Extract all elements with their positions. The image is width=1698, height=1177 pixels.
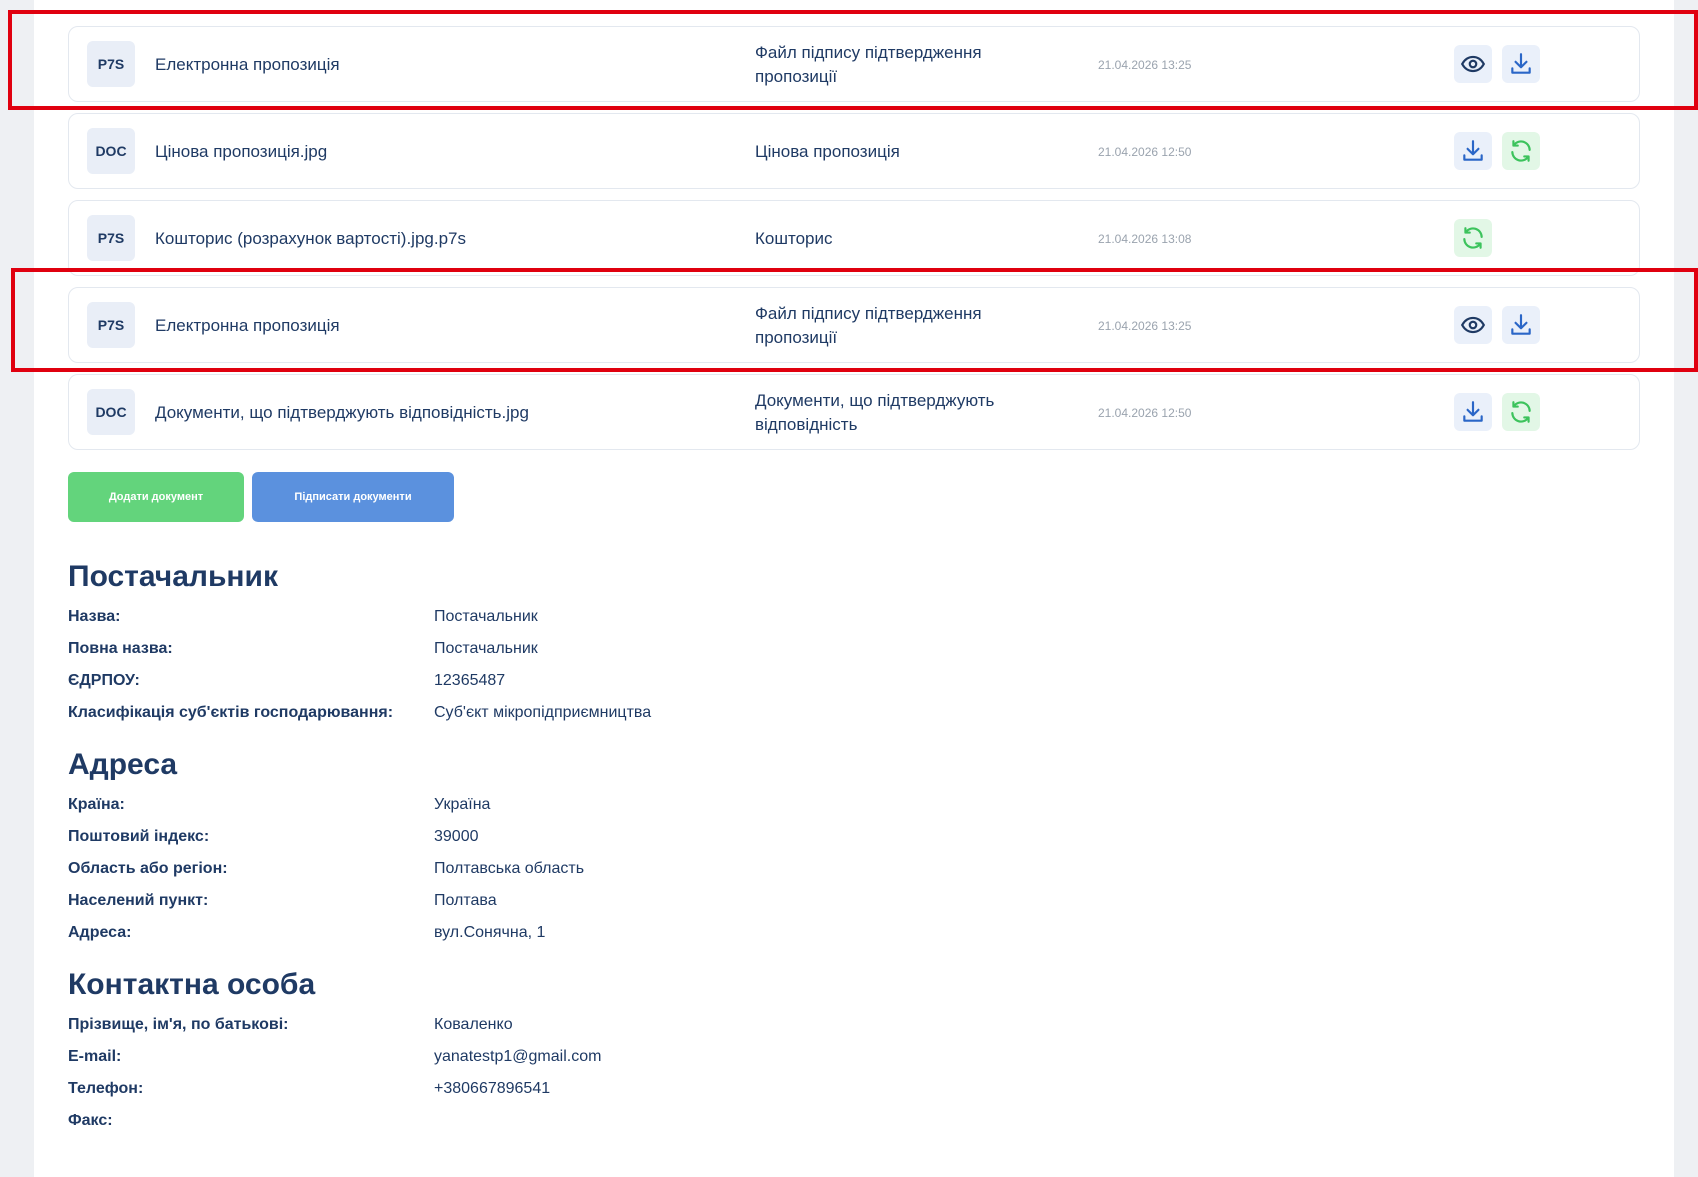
refresh-icon bbox=[1511, 401, 1531, 423]
document-type: Цінова пропозиція bbox=[755, 142, 900, 161]
info-value: Коваленко bbox=[434, 1016, 513, 1033]
info-label: Область або регіон: bbox=[68, 860, 228, 877]
documents-list: P7S Електронна пропозиція Файл підпису п… bbox=[68, 26, 1640, 461]
info-row: Країна: Україна bbox=[68, 796, 968, 818]
supplier-heading: Постачальник bbox=[68, 560, 278, 593]
address-heading: Адреса bbox=[68, 748, 178, 781]
document-row: DOC Цінова пропозиція.jpg Цінова пропози… bbox=[68, 113, 1640, 189]
info-value: Полтавська область bbox=[434, 860, 585, 877]
info-label: Факс: bbox=[68, 1112, 113, 1129]
document-name[interactable]: Цінова пропозиція.jpg bbox=[155, 114, 327, 190]
info-row: Телефон: +380667896541 bbox=[68, 1080, 968, 1102]
info-label: Населений пункт: bbox=[68, 892, 209, 909]
document-name[interactable]: Електронна пропозиція bbox=[155, 27, 340, 103]
file-type-badge: P7S bbox=[87, 215, 135, 261]
download-button[interactable] bbox=[1454, 393, 1492, 431]
document-row: P7S Кошторис (розрахунок вартості).jpg.p… bbox=[68, 200, 1640, 276]
document-date: 21.04.2026 12:50 bbox=[1098, 406, 1192, 420]
replace-button[interactable] bbox=[1502, 393, 1540, 431]
info-label: Адреса: bbox=[68, 924, 132, 941]
file-type-badge: P7S bbox=[87, 302, 135, 348]
info-row: Класифікація суб'єктів господарювання: Су… bbox=[68, 704, 968, 726]
file-type-badge: P7S bbox=[87, 41, 135, 87]
info-row: Назва: Постачальник bbox=[68, 608, 968, 630]
info-label: E-mail: bbox=[68, 1048, 122, 1065]
info-value: +380667896541 bbox=[434, 1080, 551, 1097]
refresh-icon bbox=[1511, 140, 1531, 162]
document-date: 21.04.2026 12:50 bbox=[1098, 145, 1192, 159]
view-button[interactable] bbox=[1454, 306, 1492, 344]
info-value: yanatestp1@gmail.com bbox=[434, 1048, 602, 1065]
document-row: P7S Електронна пропозиція Файл підпису п… bbox=[68, 26, 1640, 102]
download-icon bbox=[1463, 140, 1483, 161]
replace-button[interactable] bbox=[1502, 132, 1540, 170]
info-label: ЄДРПОУ: bbox=[68, 672, 140, 689]
document-row: DOC Документи, що підтверджують відповід… bbox=[68, 374, 1640, 450]
document-name[interactable]: Електронна пропозиція bbox=[155, 288, 340, 364]
info-row: Адреса: вул.Сонячна, 1 bbox=[68, 924, 968, 946]
document-name[interactable]: Документи, що підтверджують відповідніст… bbox=[155, 375, 529, 451]
info-label: Поштовий індекс: bbox=[68, 828, 210, 845]
file-type-badge: DOC bbox=[87, 128, 135, 174]
info-row: Населений пункт: Полтава bbox=[68, 892, 968, 914]
info-row: Поштовий індекс: 39000 bbox=[68, 828, 968, 850]
info-value: 39000 bbox=[434, 828, 479, 845]
download-icon bbox=[1463, 401, 1483, 422]
eye-icon bbox=[1460, 55, 1486, 73]
download-button[interactable] bbox=[1502, 45, 1540, 83]
document-type: Файл підпису підтвердження пропозиції bbox=[755, 43, 982, 86]
info-value: Полтава bbox=[434, 892, 497, 909]
info-label: Повна назва: bbox=[68, 640, 173, 657]
info-value: Україна bbox=[434, 796, 491, 813]
info-label: Телефон: bbox=[68, 1080, 144, 1097]
document-date: 21.04.2026 13:08 bbox=[1098, 232, 1192, 246]
info-row: E-mail: yanatestp1@gmail.com bbox=[68, 1048, 968, 1070]
info-label: Країна: bbox=[68, 796, 125, 813]
sign-documents-button[interactable]: Підписати документи bbox=[252, 472, 454, 522]
add-document-button[interactable]: Додати документ bbox=[68, 472, 244, 522]
download-button[interactable] bbox=[1502, 306, 1540, 344]
document-date: 21.04.2026 13:25 bbox=[1098, 58, 1192, 72]
info-value: Суб'єкт мікропідприємництва bbox=[434, 704, 652, 721]
document-name[interactable]: Кошторис (розрахунок вартості).jpg.p7s bbox=[155, 201, 466, 277]
info-row: ЄДРПОУ: 12365487 bbox=[68, 672, 968, 694]
download-icon bbox=[1511, 314, 1531, 335]
download-icon bbox=[1511, 53, 1531, 74]
info-label: Назва: bbox=[68, 608, 121, 625]
info-row: Повна назва: Постачальник bbox=[68, 640, 968, 662]
view-button[interactable] bbox=[1454, 45, 1492, 83]
info-row: Факс: bbox=[68, 1112, 968, 1134]
file-type-badge: DOC bbox=[87, 389, 135, 435]
document-type: Документи, що підтверджують відповідніст… bbox=[755, 391, 995, 434]
document-type: Файл підпису підтвердження пропозиції bbox=[755, 304, 982, 347]
info-value: 12365487 bbox=[434, 672, 506, 689]
eye-icon bbox=[1460, 316, 1486, 334]
info-value: Постачальник bbox=[434, 640, 538, 657]
document-type: Кошторис bbox=[755, 229, 833, 248]
info-row: Область або регіон: Полтавська область bbox=[68, 860, 968, 882]
info-row: Прізвище, ім'я, по батькові: Коваленко bbox=[68, 1016, 968, 1038]
info-value: Постачальник bbox=[434, 608, 538, 625]
document-date: 21.04.2026 13:25 bbox=[1098, 319, 1192, 333]
document-row: P7S Електронна пропозиція Файл підпису п… bbox=[68, 287, 1640, 363]
info-value: вул.Сонячна, 1 bbox=[434, 924, 546, 941]
refresh-icon bbox=[1463, 227, 1483, 249]
info-label: Класифікація суб'єктів господарювання: bbox=[68, 704, 394, 721]
download-button[interactable] bbox=[1454, 132, 1492, 170]
info-label: Прізвище, ім'я, по батькові: bbox=[68, 1016, 289, 1033]
replace-button[interactable] bbox=[1454, 219, 1492, 257]
contact-heading: Контактна особа bbox=[68, 968, 316, 1001]
